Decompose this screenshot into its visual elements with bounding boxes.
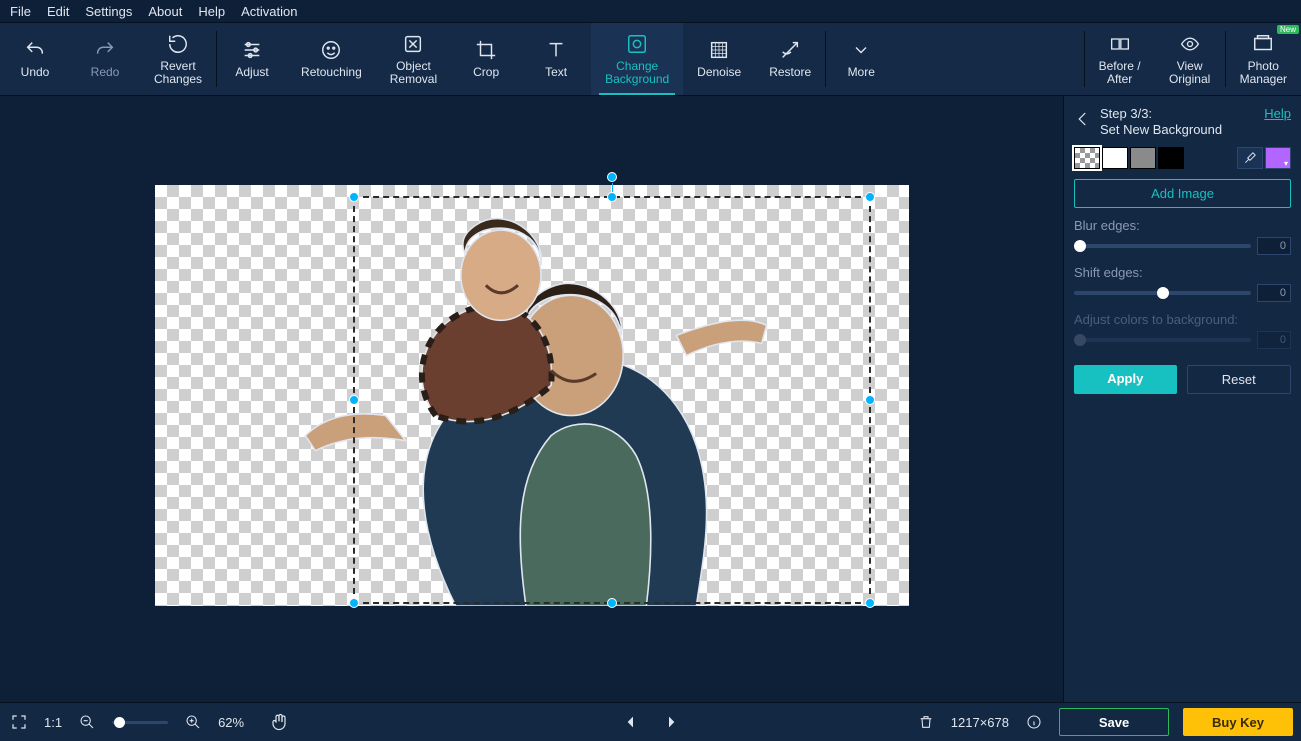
- blur-edges-value[interactable]: 0: [1257, 237, 1291, 255]
- menu-edit[interactable]: Edit: [47, 4, 69, 19]
- status-bar: 1:1 62% 1217×678 Save Buy Key: [0, 702, 1301, 741]
- text-icon: [544, 38, 568, 62]
- crop-icon: [474, 38, 498, 62]
- swatch-gray[interactable]: [1130, 147, 1156, 169]
- handle-bottom-right[interactable]: [865, 598, 875, 608]
- photo-manager-button[interactable]: New Photo Manager: [1226, 23, 1301, 95]
- restore-button[interactable]: Restore: [755, 23, 825, 95]
- new-badge: New: [1277, 25, 1299, 34]
- zoom-in-button[interactable]: [182, 711, 204, 733]
- crop-button[interactable]: Crop: [451, 23, 521, 95]
- image-canvas[interactable]: [155, 185, 909, 606]
- background-swatches: [1074, 147, 1291, 169]
- fullscreen-button[interactable]: [8, 711, 30, 733]
- adjust-button[interactable]: Adjust: [217, 23, 287, 95]
- menu-bar: File Edit Settings About Help Activation: [0, 0, 1301, 22]
- apply-button[interactable]: Apply: [1074, 365, 1177, 394]
- zoom-slider[interactable]: [112, 721, 168, 724]
- swatch-black[interactable]: [1158, 147, 1184, 169]
- adjust-colors-row: Adjust colors to background: 0: [1074, 312, 1291, 349]
- info-button[interactable]: [1023, 711, 1045, 733]
- swatch-white[interactable]: [1102, 147, 1128, 169]
- undo-icon: [23, 38, 47, 62]
- eye-icon: [1178, 32, 1202, 56]
- nav-controls: [620, 711, 682, 733]
- fit-button[interactable]: 1:1: [44, 711, 62, 733]
- menu-file[interactable]: File: [10, 4, 31, 19]
- adjust-colors-value: 0: [1257, 331, 1291, 349]
- swatch-transparent[interactable]: [1074, 147, 1100, 169]
- photo-manager-icon: [1251, 32, 1275, 56]
- handle-top-left[interactable]: [349, 192, 359, 202]
- rotate-handle[interactable]: [607, 172, 617, 182]
- help-link[interactable]: Help: [1264, 106, 1291, 121]
- denoise-button[interactable]: Denoise: [683, 23, 755, 95]
- add-image-button[interactable]: Add Image: [1074, 179, 1291, 208]
- handle-top-center[interactable]: [607, 192, 617, 202]
- denoise-icon: [707, 38, 731, 62]
- revert-button[interactable]: Revert Changes: [140, 23, 216, 95]
- reset-button[interactable]: Reset: [1187, 365, 1292, 394]
- back-button[interactable]: [1074, 110, 1092, 128]
- restore-icon: [778, 38, 802, 62]
- shift-edges-value[interactable]: 0: [1257, 284, 1291, 302]
- delete-button[interactable]: [915, 711, 937, 733]
- toolbar: Undo Redo Revert Changes Adjust Retouchi…: [0, 22, 1301, 96]
- before-after-button[interactable]: Before / After: [1085, 23, 1155, 95]
- revert-icon: [166, 32, 190, 56]
- redo-button[interactable]: Redo: [70, 23, 140, 95]
- more-button[interactable]: More: [826, 23, 896, 95]
- change-background-icon: [625, 32, 649, 56]
- adjust-icon: [240, 38, 264, 62]
- retouching-icon: [319, 38, 343, 62]
- menu-activation[interactable]: Activation: [241, 4, 297, 19]
- side-panel: Step 3/3: Set New Background Help Add Im…: [1063, 96, 1301, 702]
- shift-edges-row: Shift edges: 0: [1074, 265, 1291, 302]
- chevron-down-icon: [849, 38, 873, 62]
- canvas-area[interactable]: [0, 96, 1063, 702]
- redo-icon: [93, 38, 117, 62]
- handle-bottom-left[interactable]: [349, 598, 359, 608]
- zoom-value: 62%: [218, 715, 244, 730]
- blur-edges-slider[interactable]: [1074, 244, 1251, 248]
- handle-mid-left[interactable]: [349, 395, 359, 405]
- handle-top-right[interactable]: [865, 192, 875, 202]
- handle-mid-right[interactable]: [865, 395, 875, 405]
- menu-help[interactable]: Help: [198, 4, 225, 19]
- prev-button[interactable]: [620, 711, 642, 733]
- dimensions-label: 1217×678: [951, 715, 1009, 730]
- save-button[interactable]: Save: [1059, 708, 1169, 736]
- shift-edges-slider[interactable]: [1074, 291, 1251, 295]
- undo-button[interactable]: Undo: [0, 23, 70, 95]
- blur-edges-row: Blur edges: 0: [1074, 218, 1291, 255]
- handle-bottom-center[interactable]: [607, 598, 617, 608]
- menu-settings[interactable]: Settings: [85, 4, 132, 19]
- before-after-icon: [1108, 32, 1132, 56]
- view-original-button[interactable]: View Original: [1155, 23, 1225, 95]
- object-removal-button[interactable]: Object Removal: [376, 23, 451, 95]
- zoom-out-button[interactable]: [76, 711, 98, 733]
- pan-button[interactable]: [268, 711, 290, 733]
- adjust-colors-slider: [1074, 338, 1251, 342]
- menu-about[interactable]: About: [148, 4, 182, 19]
- color-picker-button[interactable]: [1265, 147, 1291, 169]
- panel-title: Step 3/3: Set New Background: [1100, 106, 1256, 137]
- change-background-button[interactable]: Change Background: [591, 23, 683, 95]
- text-button[interactable]: Text: [521, 23, 591, 95]
- buy-key-button[interactable]: Buy Key: [1183, 708, 1293, 736]
- object-removal-icon: [401, 32, 425, 56]
- selection-rect[interactable]: [353, 196, 871, 604]
- eyedropper-button[interactable]: [1237, 147, 1263, 169]
- next-button[interactable]: [660, 711, 682, 733]
- retouching-button[interactable]: Retouching: [287, 23, 376, 95]
